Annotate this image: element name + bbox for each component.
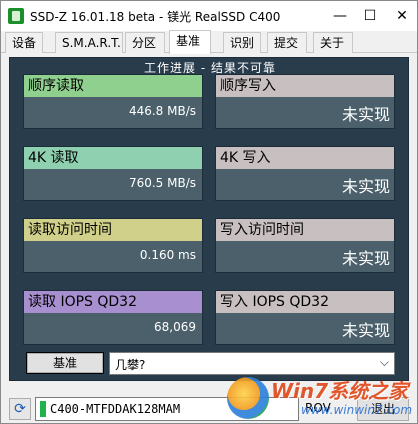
card-write-iops: 写入 IOPS QD32 未实现 xyxy=(215,290,395,345)
tab-smart[interactable]: S.M.A.R.T. xyxy=(55,32,123,53)
card-value: 760.5 MB/s xyxy=(128,176,196,190)
card-header: 写入访问时间 xyxy=(216,219,394,241)
card-header: 顺序读取 xyxy=(24,75,202,97)
tab-submit[interactable]: 提交 xyxy=(267,32,307,53)
refresh-icon[interactable]: ⟳ xyxy=(9,398,31,420)
card-read-access-time: 读取访问时间 0.160 ms xyxy=(23,218,203,273)
card-header: 读取访问时间 xyxy=(24,219,202,241)
tab-identify[interactable]: 识别 xyxy=(223,32,261,53)
maximize-button[interactable]: ☐ xyxy=(355,1,385,31)
close-button[interactable]: ✕ xyxy=(387,1,417,31)
card-value: 未实现 xyxy=(341,321,390,340)
exit-button[interactable]: 退出 xyxy=(357,397,409,421)
card-header: 4K 写入 xyxy=(216,147,394,169)
tab-benchmark[interactable]: 基准 xyxy=(169,30,211,54)
title-bar: SSD-Z 16.01.18 beta - 镁光 RealSSD C400 — … xyxy=(1,1,417,31)
app-window: SSD-Z 16.01.18 beta - 镁光 RealSSD C400 — … xyxy=(0,0,418,424)
app-icon xyxy=(8,8,24,24)
card-4k-read: 4K 读取 760.5 MB/s xyxy=(23,146,203,201)
card-value: 0.160 ms xyxy=(139,248,196,262)
rows-label: ROV xyxy=(305,401,331,415)
drive-name: C400-MTFDDAK128MAM xyxy=(50,402,181,416)
card-seq-write: 顺序写入 未实现 xyxy=(215,74,395,129)
minimize-button[interactable]: — xyxy=(325,1,355,31)
benchmark-button[interactable]: 基准 xyxy=(26,352,104,374)
card-value: 未实现 xyxy=(341,105,390,124)
card-value: 未实现 xyxy=(341,177,390,196)
select-value: 几攀? xyxy=(115,358,146,372)
benchmark-panel: 工作进展 - 结果不可靠 顺序读取 446.8 MB/s 顺序写入 未实现 4K… xyxy=(9,57,409,381)
benchmark-type-select[interactable]: 几攀? ⌵ xyxy=(109,352,395,375)
drive-select[interactable]: C400-MTFDDAK128MAM xyxy=(35,397,299,421)
tab-about[interactable]: 关于 xyxy=(313,32,353,53)
card-seq-read: 顺序读取 446.8 MB/s xyxy=(23,74,203,129)
tab-partition[interactable]: 分区 xyxy=(125,32,165,53)
card-header: 顺序写入 xyxy=(216,75,394,97)
card-value: 未实现 xyxy=(341,249,390,268)
card-header: 写入 IOPS QD32 xyxy=(216,291,394,313)
card-write-access-time: 写入访问时间 未实现 xyxy=(215,218,395,273)
card-value: 68,069 xyxy=(154,320,196,334)
drive-status-indicator xyxy=(40,401,46,417)
card-4k-write: 4K 写入 未实现 xyxy=(215,146,395,201)
card-header: 读取 IOPS QD32 xyxy=(24,291,202,313)
tab-device[interactable]: 设备 xyxy=(5,32,43,53)
window-title: SSD-Z 16.01.18 beta - 镁光 RealSSD C400 xyxy=(30,10,281,24)
card-value: 446.8 MB/s xyxy=(128,104,196,118)
card-read-iops: 读取 IOPS QD32 68,069 xyxy=(23,290,203,345)
card-header: 4K 读取 xyxy=(24,147,202,169)
chevron-down-icon[interactable]: ⌵ xyxy=(380,355,389,370)
tab-strip: 设备 S.M.A.R.T. 分区 基准 识别 提交 关于 xyxy=(1,30,417,54)
